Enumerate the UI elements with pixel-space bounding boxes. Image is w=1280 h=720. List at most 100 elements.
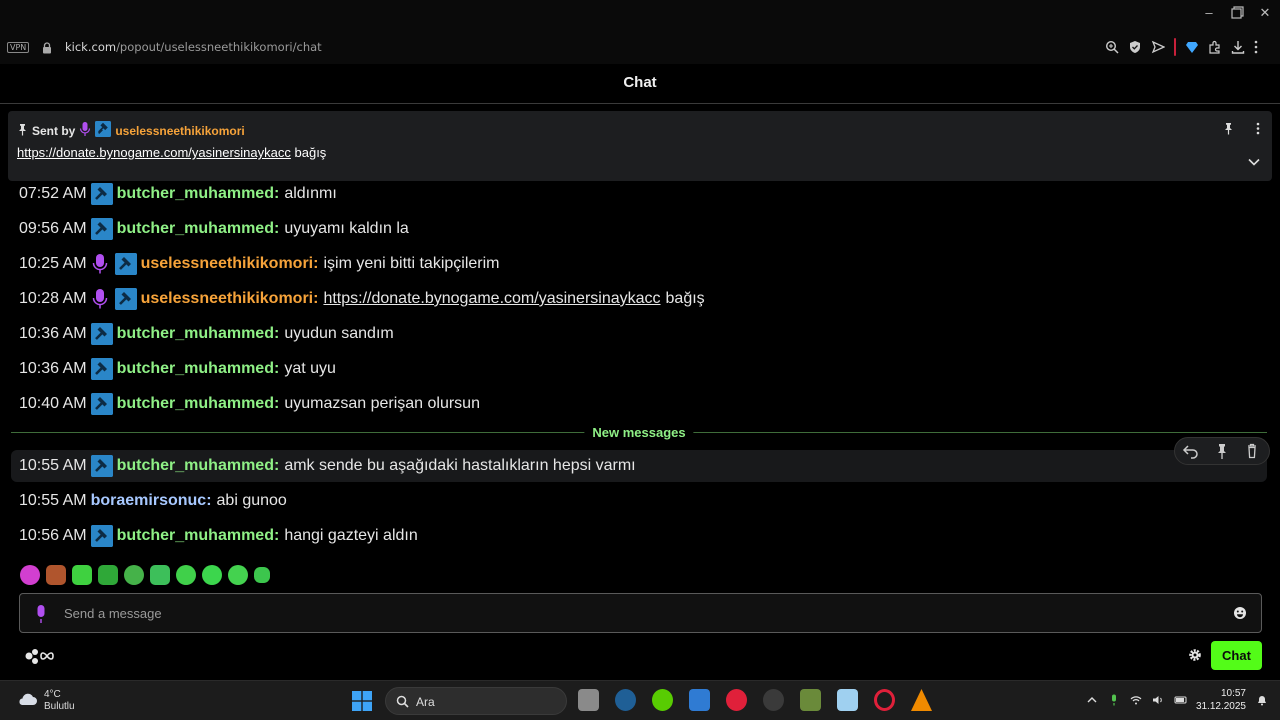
mail-icon[interactable] [689, 689, 710, 711]
emote-icon[interactable] [20, 565, 40, 585]
message-username[interactable]: butcher_muhammed [117, 527, 274, 545]
moderator-badge-icon [90, 393, 113, 415]
message-link[interactable]: https://donate.bynogame.com/yasinersinay… [323, 290, 660, 307]
message-timestamp: 10:40 AM [19, 395, 87, 412]
pinned-message: Sent by uselessneethikikomori https://do… [8, 111, 1272, 181]
username-separator: : [313, 255, 319, 272]
message-username[interactable]: butcher_muhammed [117, 325, 274, 343]
weather-widget[interactable]: 4°C Bulutlu [16, 689, 75, 713]
pinned-content: https://donate.bynogame.com/yasinersinay… [17, 145, 326, 160]
message-username[interactable]: uselessneethikikomori [141, 290, 314, 308]
emote-bar [20, 565, 270, 585]
diamond-icon[interactable] [1185, 40, 1199, 54]
emote-icon[interactable] [202, 565, 222, 585]
message-username[interactable]: butcher_muhammed [117, 185, 274, 203]
chat-message[interactable]: 10:36 AM butcher_muhammed: uyudun sandım [11, 318, 1267, 350]
message-timestamp: 10:56 AM [19, 527, 87, 544]
message-username[interactable]: butcher_muhammed [117, 395, 274, 413]
pinned-link[interactable]: https://donate.bynogame.com/yasinersinay… [17, 145, 291, 160]
send-icon[interactable] [1151, 40, 1166, 54]
minimize-icon[interactable]: – [1202, 6, 1216, 20]
download-icon[interactable] [1231, 40, 1245, 54]
lock-icon[interactable] [42, 41, 52, 54]
minecraft-icon[interactable] [800, 689, 821, 711]
extensions-icon[interactable] [1208, 40, 1222, 54]
message-timestamp: 10:25 AM [19, 255, 87, 272]
message-username[interactable]: butcher_muhammed [117, 360, 274, 378]
vpn-badge[interactable]: VPN [7, 42, 30, 53]
emote-icon[interactable] [228, 565, 248, 585]
duolingo-icon[interactable] [652, 689, 673, 711]
username-separator: : [206, 492, 212, 509]
chat-title: Chat [0, 64, 1280, 104]
emote-icon[interactable] [254, 567, 270, 583]
emote-icon[interactable] [46, 565, 66, 585]
chat-message[interactable]: 09:56 AM butcher_muhammed: uyuyamı kaldın … [11, 213, 1267, 245]
pin-message-icon[interactable] [1209, 441, 1235, 461]
settings-gear-icon[interactable] [1188, 648, 1202, 662]
chat-message[interactable]: 10:25 AM uselessneethikikomori: işim yeni … [11, 248, 1267, 280]
discord-icon[interactable] [763, 689, 784, 711]
battery-icon[interactable] [1174, 694, 1187, 706]
address-bar[interactable]: kick.com/popout/uselessneethikikomori/ch… [65, 40, 322, 54]
pinned-header: Sent by uselessneethikikomori [17, 121, 245, 140]
message-username[interactable]: butcher_muhammed [117, 457, 274, 475]
chat-message[interactable]: 07:52 AM butcher_muhammed: aldınmı [11, 178, 1267, 210]
shield-icon[interactable] [1128, 40, 1142, 54]
windows-start-icon[interactable] [352, 691, 372, 711]
clock[interactable]: 10:57 31.12.2025 [1196, 687, 1246, 713]
chat-message[interactable]: 10:56 AM butcher_muhammed: hangi gazteyi a… [11, 520, 1267, 552]
message-input[interactable] [64, 602, 1204, 624]
emoji-icon[interactable] [1233, 606, 1247, 620]
restore-icon[interactable] [1230, 6, 1244, 20]
emote-icon[interactable] [176, 565, 196, 585]
emote-icon[interactable] [98, 565, 118, 585]
message-actions [1174, 437, 1270, 465]
volume-icon[interactable] [1152, 694, 1164, 706]
chat-message[interactable]: 10:28 AM uselessneethikikomori: https://do… [11, 283, 1267, 315]
notepad-icon[interactable] [837, 689, 858, 711]
emote-icon[interactable] [150, 565, 170, 585]
chevron-up-icon[interactable] [1086, 694, 1098, 706]
emote-icon[interactable] [72, 565, 92, 585]
message-timestamp: 10:28 AM [19, 290, 87, 307]
mic-icon [79, 121, 91, 140]
message-username[interactable]: butcher_muhammed [117, 220, 274, 238]
message-username[interactable]: uselessneethikikomori [141, 255, 314, 273]
menu-icon[interactable] [1254, 40, 1268, 54]
taskbar-search[interactable]: Ara [385, 687, 567, 715]
chat-message[interactable]: 10:40 AM butcher_muhammed: uyumazsan periş… [11, 388, 1267, 420]
more-options-icon[interactable] [1256, 122, 1260, 140]
pinned-actions [1223, 122, 1260, 140]
moderator-badge-icon [95, 121, 112, 140]
pinned-username[interactable]: uselessneethikikomori [115, 124, 244, 138]
reply-icon[interactable] [1179, 441, 1205, 461]
message-timestamp: 10:55 AM [19, 457, 87, 474]
chat-message[interactable]: 10:36 AM butcher_muhammed: yat uyu [11, 353, 1267, 385]
mic-icon[interactable] [34, 604, 48, 624]
kick-logo-icon[interactable] [24, 646, 64, 666]
chat-message[interactable]: 10:55 AM boraemirsonuc: abi gunoo [11, 485, 1267, 517]
notification-bell-icon[interactable] [1256, 694, 1268, 706]
vlc-icon[interactable] [911, 689, 932, 711]
cloud-icon [16, 691, 38, 712]
zoom-icon[interactable] [1105, 40, 1119, 54]
pinned-suffix: bağış [294, 145, 327, 160]
chevron-down-icon[interactable] [1248, 153, 1260, 166]
weather-text: 4°C Bulutlu [44, 689, 75, 713]
send-chat-button[interactable]: Chat [1211, 641, 1262, 670]
opera-icon[interactable] [874, 689, 895, 711]
message-username[interactable]: boraemirsonuc [91, 492, 207, 510]
file-explorer-icon[interactable] [578, 689, 599, 711]
pinterest-icon[interactable] [726, 689, 747, 711]
wifi-icon[interactable] [1130, 694, 1142, 706]
close-icon[interactable]: ✕ [1258, 6, 1272, 20]
emote-icon[interactable] [124, 565, 144, 585]
search-icon [396, 695, 409, 708]
unpin-icon[interactable] [1223, 122, 1234, 140]
delete-icon[interactable] [1239, 441, 1265, 461]
chat-message[interactable]: 10:55 AM butcher_muhammed: amk sende bu aş… [11, 450, 1267, 482]
steam-icon[interactable] [615, 689, 636, 711]
mic-icon[interactable] [1108, 694, 1120, 706]
new-messages-divider[interactable]: New messages [11, 424, 1267, 442]
